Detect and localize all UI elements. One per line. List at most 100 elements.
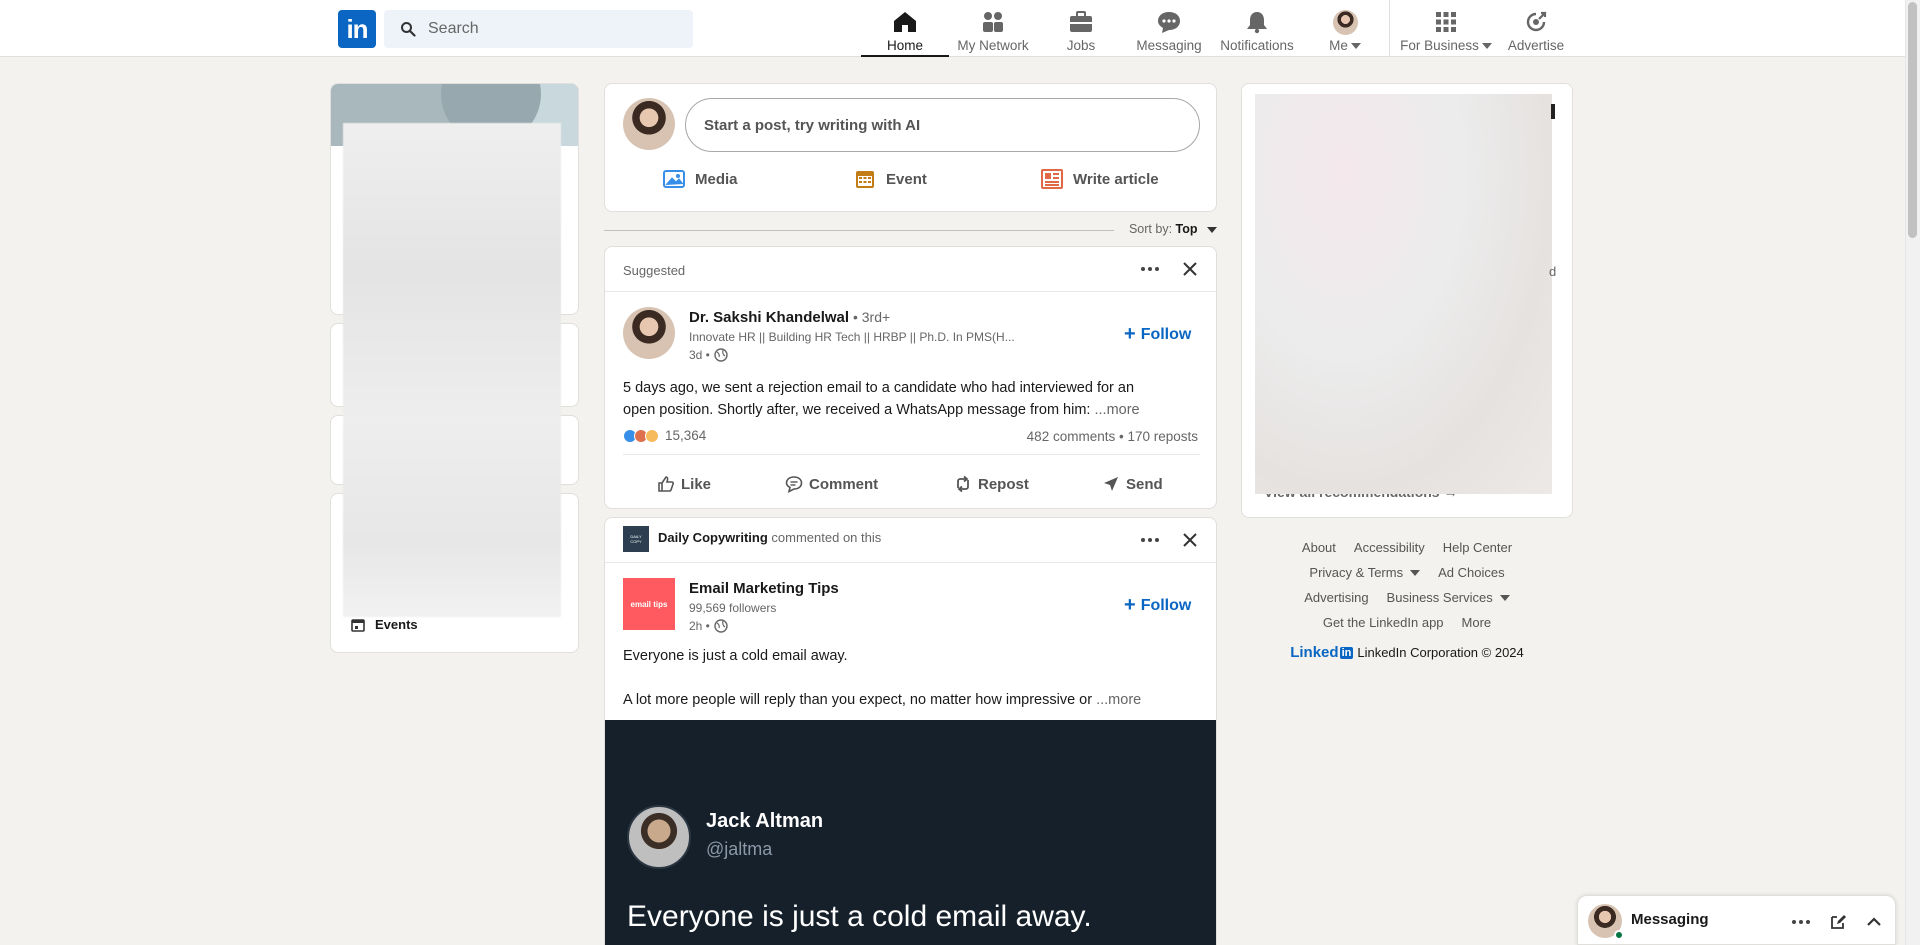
repost-button[interactable]: Repost <box>954 459 1029 509</box>
avatar[interactable] <box>623 98 675 150</box>
like-button[interactable]: Like <box>657 459 711 509</box>
nav-divider <box>1389 0 1390 57</box>
author-name-row[interactable]: Dr. Sakshi Khandelwal • 3rd+ <box>689 309 890 326</box>
email-marketing-tips-logo[interactable]: email tips <box>623 578 675 630</box>
blurred-profile-overlay <box>343 123 561 617</box>
see-more-link[interactable]: ...more <box>1096 692 1141 708</box>
post-time: 3d • <box>689 348 710 362</box>
chevron-down-icon <box>1207 226 1217 233</box>
nav-advertise-label: Advertise <box>1507 38 1565 53</box>
more-options-icon[interactable] <box>1136 528 1164 552</box>
share-actions: Media Event Write article <box>605 168 1216 202</box>
post-header-commented: Daily Copywriting commented on this <box>658 530 881 545</box>
sort-divider <box>604 230 1114 231</box>
reactions-summary[interactable]: 15,364 <box>623 428 706 443</box>
post-time-row: 2h • <box>689 619 728 633</box>
post-text: Everyone is just a cold email away. A lo… <box>623 645 1141 711</box>
linkedin-logo[interactable]: in <box>338 10 376 48</box>
messaging-bar[interactable]: Messaging <box>1577 895 1896 945</box>
repost-icon <box>957 475 969 493</box>
nav-messaging-label: Messaging <box>1136 38 1202 53</box>
post-text-line-wrap: A lot more people will reply than you ex… <box>623 689 1141 711</box>
post-header-suggested: Suggested <box>623 263 686 278</box>
wordmark-in: in <box>1339 646 1354 659</box>
follow-label: Follow <box>1140 325 1192 343</box>
chevron-up-icon[interactable] <box>1865 913 1883 931</box>
more-options-icon[interactable] <box>1791 910 1811 934</box>
chevron-down-icon <box>1481 43 1492 50</box>
footer-link-privacy-terms[interactable]: Privacy & Terms <box>1309 565 1421 580</box>
page-scrollbar[interactable] <box>1905 0 1920 945</box>
nav-me-label-wrap: Me <box>1329 38 1361 53</box>
avatar <box>1332 9 1358 35</box>
scrollbar-thumb[interactable] <box>1908 2 1917 238</box>
tweet-screenshot-image[interactable]: Jack Altman @jaltma Everyone is just a c… <box>605 720 1216 945</box>
network-icon <box>979 8 1007 36</box>
footer-link-advertising[interactable]: Advertising <box>1304 590 1368 605</box>
footer-link-help-center[interactable]: Help Center <box>1443 540 1512 555</box>
share-box: Start a post, try writing with AI Media … <box>604 83 1217 212</box>
commenter-name[interactable]: Daily Copywriting <box>658 530 768 545</box>
footer-link-accessibility[interactable]: Accessibility <box>1354 540 1425 555</box>
footer-link-business-services[interactable]: Business Services <box>1387 590 1510 605</box>
daily-copywriting-logo[interactable]: DAILY COPY <box>623 526 649 552</box>
nav-home-label: Home <box>886 38 923 53</box>
compose-icon[interactable] <box>1829 913 1847 931</box>
nav-advertise[interactable]: Advertise <box>1496 0 1576 57</box>
footer-row: Advertising Business Services <box>1241 590 1573 605</box>
follow-button[interactable]: + Follow <box>1124 323 1191 346</box>
follow-label: Follow <box>1140 596 1192 614</box>
author-name: Dr. Sakshi Khandelwal <box>689 309 850 326</box>
footer-link-ad-choices[interactable]: Ad Choices <box>1438 565 1504 580</box>
nav-me[interactable]: Me <box>1301 0 1389 57</box>
chevron-down-icon <box>1350 43 1361 50</box>
post-time: 2h • <box>689 619 710 633</box>
scroll-indicator <box>1551 104 1555 119</box>
thumbs-up-icon <box>658 476 674 492</box>
search-box[interactable] <box>384 10 693 48</box>
footer-row: Privacy & Terms Ad Choices <box>1241 565 1573 580</box>
comments-reposts-count[interactable]: 482 comments • 170 reposts <box>1027 429 1198 444</box>
post-text: 5 days ago, we sent a rejection email to… <box>623 377 1140 421</box>
footer-link-about[interactable]: About <box>1302 540 1336 555</box>
search-input[interactable] <box>428 20 668 38</box>
comment-icon <box>785 476 803 493</box>
nav-for-business[interactable]: For Business <box>1396 0 1496 57</box>
commented-text: commented on this <box>771 530 882 545</box>
nav-messaging[interactable]: Messaging <box>1125 0 1213 57</box>
post-text-gap <box>623 667 1141 689</box>
feed-post-suggested: Suggested Dr. Sakshi Khandelwal • 3rd+ I… <box>604 246 1217 509</box>
send-button[interactable]: Send <box>1102 459 1163 509</box>
footer-link-more[interactable]: More <box>1462 615 1492 630</box>
see-more-link[interactable]: ...more <box>1094 402 1139 418</box>
nav-jobs[interactable]: Jobs <box>1037 0 1125 57</box>
home-icon <box>891 8 919 36</box>
close-icon[interactable] <box>1178 257 1202 281</box>
footer-link-get-app[interactable]: Get the LinkedIn app <box>1323 615 1444 630</box>
tweet-text: Everyone is just a cold email away. <box>627 900 1092 933</box>
nav-home[interactable]: Home <box>861 0 949 57</box>
nav-notifications[interactable]: Notifications <box>1213 0 1301 57</box>
event-button[interactable]: Event <box>854 168 927 190</box>
bell-icon <box>1243 8 1271 36</box>
nav-my-network[interactable]: My Network <box>949 0 1037 57</box>
more-options-icon[interactable] <box>1136 257 1164 281</box>
comment-button[interactable]: Comment <box>785 459 878 509</box>
company-followers: 99,569 followers <box>689 601 777 615</box>
media-button[interactable]: Media <box>663 168 738 190</box>
tweet-author-name: Jack Altman <box>706 810 824 832</box>
follow-button[interactable]: + Follow <box>1124 594 1191 617</box>
tweet-author-handle: @jaltma <box>706 839 773 859</box>
close-icon[interactable] <box>1178 528 1202 552</box>
author-avatar[interactable] <box>623 307 675 359</box>
company-name[interactable]: Email Marketing Tips <box>689 580 839 597</box>
online-status-indicator <box>1614 930 1624 940</box>
nav-notifications-label: Notifications <box>1220 38 1294 53</box>
write-article-button[interactable]: Write article <box>1041 168 1159 190</box>
post-text-line-wrap: open position. Shortly after, we receive… <box>623 399 1140 421</box>
start-post-button[interactable]: Start a post, try writing with AI <box>685 98 1200 152</box>
divider <box>605 562 1216 563</box>
copyright: Linked in LinkedIn Corporation © 2024 <box>1241 644 1573 661</box>
sort-dropdown[interactable]: Sort by: Top <box>1129 222 1217 236</box>
events-link[interactable]: Events <box>351 617 418 632</box>
